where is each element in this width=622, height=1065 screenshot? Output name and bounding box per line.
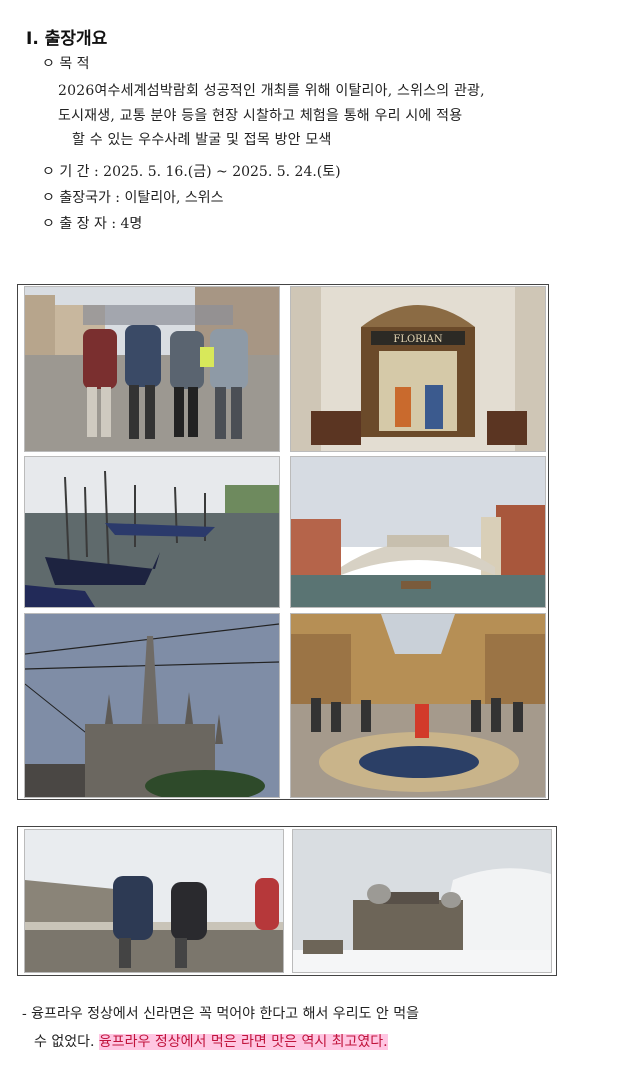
note-highlight: 융프라우 정상에서 먹은 라면 맛은 역시 최고였다. <box>98 1034 388 1050</box>
note-line-1: - 융프라우 정상에서 신라면은 꼭 먹어야 한다고 해서 우리도 안 먹을 <box>22 1006 419 1022</box>
photo-caffe-florian: FLORIAN <box>290 286 546 452</box>
photo-galleria <box>290 613 546 798</box>
purpose-line-2: 도시재생, 교통 분야 등을 현장 시찰하고 체험을 통해 우리 시에 적용 <box>58 107 463 124</box>
purpose-text: 2026여수세계섬박람회 성공적인 개최를 위해 이탈리아, 스위스의 관광, … <box>58 79 485 153</box>
country-label: ㅇ 출장국가 : <box>42 190 121 206</box>
purpose-label: ㅇ 목 적 <box>42 56 90 72</box>
members-row: ㅇ 출 장 자 : 4명 <box>42 214 142 234</box>
country-row: ㅇ 출장국가 : 이탈리아, 스위스 <box>42 188 224 208</box>
photo-milan-cathedral <box>24 613 280 798</box>
members-label: ㅇ 출 장 자 : <box>42 216 117 232</box>
florian-sign: FLORIAN <box>393 334 442 345</box>
purpose-line-3: 할 수 있는 우수사례 발굴 및 접목 방안 모색 <box>72 132 332 148</box>
trip-note: - 융프라우 정상에서 신라면은 꼭 먹어야 한다고 해서 우리도 안 먹을 수… <box>22 1000 419 1056</box>
photo-jungfrau-people <box>24 829 284 973</box>
photo-group-piazza <box>24 286 280 452</box>
photo-jungfrau-observatory <box>292 829 552 973</box>
note-line-2: 수 없었다. 융프라우 정상에서 먹은 라면 맛은 역시 최고였다. <box>22 1028 419 1056</box>
note-line-2-plain: 수 없었다. <box>34 1034 95 1050</box>
country-value: 이탈리아, 스위스 <box>124 190 224 206</box>
purpose-line-1: 2026여수세계섬박람회 성공적인 개최를 위해 이탈리아, 스위스의 관광, <box>58 83 485 99</box>
period-value: 2025. 5. 16.(금) ~ 2025. 5. 24.(토) <box>103 164 341 180</box>
photo-gondolas <box>24 456 280 608</box>
period-row: ㅇ 기 간 : 2025. 5. 16.(금) ~ 2025. 5. 24.(토… <box>42 162 341 182</box>
photo-rialto-bridge <box>290 456 546 608</box>
period-label: ㅇ 기 간 : <box>42 164 99 180</box>
members-value: 4명 <box>120 216 143 232</box>
section-title: I. 출장개요 <box>26 29 108 49</box>
